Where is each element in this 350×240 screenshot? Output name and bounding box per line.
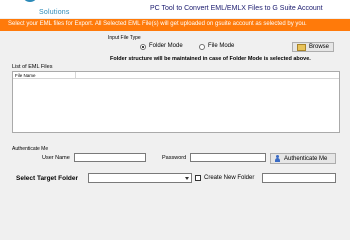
eml-list-title: List of EML Files — [12, 64, 53, 70]
username-label: User Name — [42, 155, 70, 161]
folder-mode-radio[interactable] — [140, 44, 146, 50]
select-target-folder-label: Select Target Folder — [16, 175, 79, 182]
browse-button[interactable]: Browse — [292, 42, 334, 52]
instruction-banner: Select your EML files for Export. All Se… — [0, 19, 350, 31]
create-new-folder-label[interactable]: Create New Folder — [204, 175, 254, 181]
password-label: Password — [162, 155, 187, 161]
file-mode-label[interactable]: File Mode — [208, 43, 234, 49]
authenticate-button-label: Authenticate Me — [284, 155, 328, 162]
authenticate-section-title: Authenticate Me — [12, 146, 49, 152]
eml-file-list[interactable]: File Name — [12, 71, 340, 133]
browse-button-label: Browse — [308, 44, 329, 50]
folder-structure-note: Folder structure will be maintained in c… — [110, 56, 311, 62]
target-folder-select[interactable] — [88, 173, 192, 183]
folder-icon — [296, 43, 306, 51]
file-mode-radio[interactable] — [199, 44, 205, 50]
app-title: PC Tool to Convert EML/EMLX Files to G S… — [150, 5, 323, 12]
chevron-down-icon[interactable] — [185, 177, 189, 180]
banner-text: Select your EML files for Export. All Se… — [8, 21, 307, 27]
column-header-file-name[interactable]: File Name — [15, 73, 36, 78]
brand-subtitle: Solutions — [39, 9, 70, 16]
password-input[interactable] — [190, 153, 266, 162]
user-icon — [274, 154, 281, 163]
list-header: File Name — [13, 72, 339, 79]
folder-mode-label[interactable]: Folder Mode — [149, 43, 183, 49]
authenticate-button[interactable]: Authenticate Me — [270, 153, 336, 164]
column-divider[interactable] — [75, 72, 76, 79]
create-new-folder-checkbox[interactable] — [195, 175, 201, 181]
new-folder-name-input[interactable] — [262, 173, 336, 183]
username-input[interactable] — [74, 153, 146, 162]
input-file-type-label: Input File Type — [108, 35, 141, 41]
header: Solutions PC Tool to Convert EML/EMLX Fi… — [0, 0, 350, 18]
